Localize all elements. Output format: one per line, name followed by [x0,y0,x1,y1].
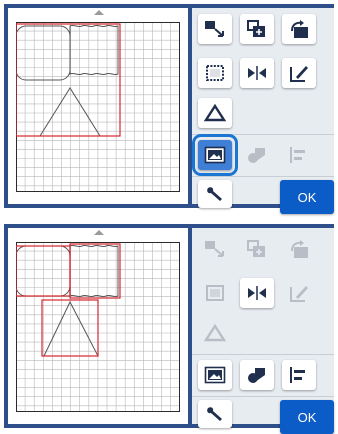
screen-before: OK [4,4,334,214]
fit-to-cutting-area-icon [204,366,226,384]
settings-button[interactable] [198,180,232,208]
mat-grid [16,242,180,412]
mat-grid-svg [16,22,180,192]
wrench-icon [207,187,222,201]
rotate-icon [291,20,308,38]
mirror-icon [248,286,266,300]
ok-button[interactable]: OK [280,400,334,434]
move-to-corner-button[interactable] [198,234,232,264]
cutting-mat-canvas[interactable] [8,228,188,424]
duplicate-button[interactable] [240,234,274,264]
panel-divider [192,134,334,135]
tool-panel: OK [192,228,334,434]
triangle-shape [39,87,101,137]
rotate-button[interactable] [282,234,316,264]
mirror-lock-icon [248,368,265,383]
mirror-icon [248,66,266,80]
fit-to-cutting-area-icon [204,146,226,164]
mirror-button[interactable] [240,58,274,88]
select-all-icon [206,285,224,301]
mirror-lock-button[interactable] [240,360,274,390]
triangle-shape-icon [204,104,226,122]
edit-button[interactable] [282,58,316,88]
panel-divider [192,354,334,355]
wrench-icon [207,407,222,421]
cutting-mat-canvas[interactable] [8,8,188,204]
move-to-corner-icon [205,241,224,257]
mat-grid [16,22,180,192]
duplicate-icon [247,20,265,37]
panel-divider [192,176,334,177]
edit-button[interactable] [282,278,316,308]
align-button[interactable] [282,360,316,390]
mat-grid-svg [16,242,180,412]
scroll-up-icon[interactable] [94,10,104,15]
edit-icon [290,66,308,82]
triangle-shape-button[interactable] [198,98,232,128]
wavy-square-shape [69,244,119,298]
scroll-up-icon[interactable] [94,230,104,235]
align-icon [290,147,305,163]
move-to-corner-icon [205,21,224,37]
triangle-shape-button[interactable] [198,318,232,348]
move-to-corner-button[interactable] [198,14,232,44]
mirror-lock-button[interactable] [240,140,274,170]
triangle-shape [43,300,99,357]
triangle-shape-icon [204,324,226,342]
triangle-selection [41,299,99,357]
ok-button[interactable]: OK [280,180,334,214]
rotate-button[interactable] [282,14,316,44]
wavy-square-selection [69,243,121,299]
tool-panel: OK [192,8,334,214]
duplicate-icon [247,240,265,257]
fit-to-cutting-area-button[interactable] [198,360,232,390]
rotate-icon [291,240,308,258]
mirror-lock-icon [248,148,265,163]
align-icon [290,367,305,383]
select-all-icon [206,65,224,81]
screen-after: OK [4,224,334,434]
settings-button[interactable] [198,400,232,428]
panel-divider [192,396,334,397]
select-all-button[interactable] [198,278,232,308]
edit-icon [290,286,308,302]
align-button[interactable] [282,140,316,170]
select-all-button[interactable] [198,58,232,88]
duplicate-button[interactable] [240,14,274,44]
fit-to-cutting-area-button[interactable] [192,134,238,176]
mirror-button[interactable] [240,278,274,308]
